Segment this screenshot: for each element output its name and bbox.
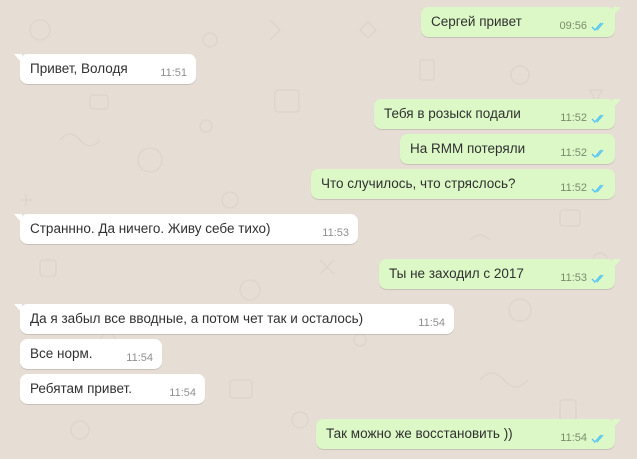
message-meta: 11:52 xyxy=(560,182,607,194)
message-meta: 11:53 xyxy=(560,272,607,284)
message-meta: 09:56 xyxy=(559,20,607,32)
message-time: 11:53 xyxy=(322,227,349,239)
message-bubble-incoming[interactable]: Страннно. Да ничего. Живу себе тихо) 11:… xyxy=(14,214,358,244)
read-ticks-icon xyxy=(591,113,607,124)
message-text: Ребятам привет. xyxy=(30,381,132,396)
message-time: 11:52 xyxy=(560,182,587,194)
message-text: Что случилось, что стряслось? xyxy=(321,176,516,191)
message-text: Сергей привет xyxy=(431,14,522,29)
message-meta: 11:52 xyxy=(560,112,607,124)
read-ticks-icon xyxy=(591,183,607,194)
message-bubble-outgoing[interactable]: Так можно же восстановить )) 11:54 xyxy=(316,419,621,449)
message-time: 11:52 xyxy=(560,112,587,124)
message-time: 11:54 xyxy=(560,432,587,444)
message-text: Да я забыл все вводные, а потом чет так … xyxy=(30,311,364,326)
read-ticks-icon xyxy=(591,148,607,159)
message-bubble-outgoing[interactable]: Ты не заходил с 2017 11:53 xyxy=(379,259,621,289)
message-time: 11:51 xyxy=(160,67,187,79)
message-meta: 11:54 xyxy=(126,352,153,364)
message-text: Ты не заходил с 2017 xyxy=(389,266,524,281)
message-time: 09:56 xyxy=(559,20,587,32)
message-text: Страннно. Да ничего. Живу себе тихо) xyxy=(30,221,271,236)
read-ticks-icon xyxy=(591,273,607,284)
message-meta: 11:54 xyxy=(169,387,196,399)
message-meta: 11:53 xyxy=(322,227,349,239)
message-bubble-outgoing[interactable]: Тебя в розыск подали 11:52 xyxy=(374,99,621,129)
message-bubble-incoming[interactable]: Все норм. 11:54 xyxy=(20,339,162,369)
message-bubble-incoming[interactable]: Привет, Володя 11:51 xyxy=(14,54,196,84)
message-time: 11:54 xyxy=(169,387,196,399)
message-time: 11:54 xyxy=(126,352,153,364)
message-text: Привет, Володя xyxy=(30,61,128,76)
message-time: 11:53 xyxy=(560,272,587,284)
message-text: Тебя в розыск подали xyxy=(384,106,521,121)
read-ticks-icon xyxy=(591,21,607,32)
read-ticks-icon xyxy=(591,433,607,444)
message-text: Все норм. xyxy=(30,346,93,361)
message-bubble-outgoing[interactable]: Что случилось, что стряслось? 11:52 xyxy=(311,169,615,199)
message-meta: 11:54 xyxy=(560,432,607,444)
message-bubble-incoming[interactable]: Да я забыл все вводные, а потом чет так … xyxy=(14,304,454,334)
message-meta: 11:52 xyxy=(560,147,607,159)
message-meta: 11:54 xyxy=(418,317,445,329)
message-bubble-incoming[interactable]: Ребятам привет. 11:54 xyxy=(20,374,205,404)
chat-window: Сергей привет 09:56 Привет, Володя 11:51… xyxy=(0,0,637,459)
message-time: 11:54 xyxy=(418,317,445,329)
message-bubble-outgoing[interactable]: Сергей привет 09:56 xyxy=(421,7,621,37)
message-time: 11:52 xyxy=(560,147,587,159)
message-text: На RMM потеряли xyxy=(410,141,526,156)
message-text: Так можно же восстановить )) xyxy=(326,426,513,441)
message-meta: 11:51 xyxy=(160,67,187,79)
message-bubble-outgoing[interactable]: На RMM потеряли 11:52 xyxy=(400,134,615,164)
